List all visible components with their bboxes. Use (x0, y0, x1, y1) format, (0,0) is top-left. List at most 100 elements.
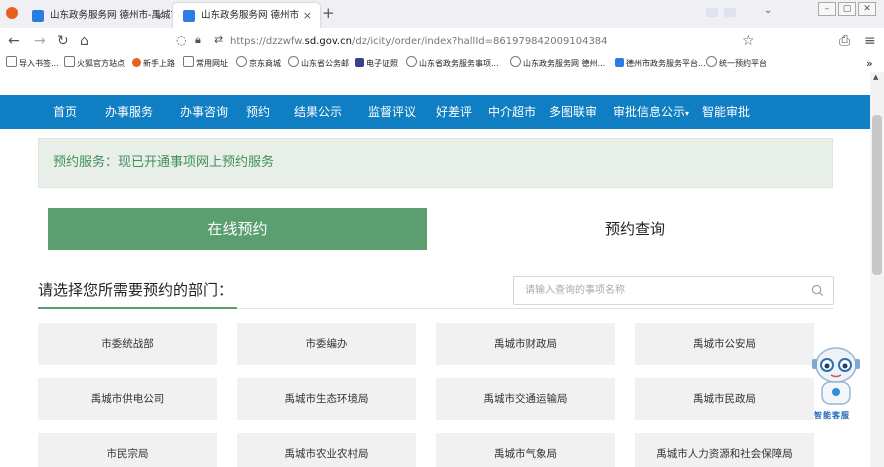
close-window-icon[interactable]: ✕ (858, 2, 876, 16)
search-placeholder: 请输入查询的事项名称 (525, 285, 625, 296)
shield-icon[interactable]: ◌ (176, 33, 186, 47)
new-tab-button[interactable]: + (322, 4, 335, 22)
reload-icon[interactable]: ↻ (57, 33, 69, 49)
bookmark-item[interactable]: 新手上路 (132, 55, 175, 72)
bookmark-label: 新手上路 (143, 59, 175, 68)
bookmark-item[interactable]: 山东省公务邮 (288, 55, 349, 72)
department-item[interactable]: 禹城市生态环境局 (237, 378, 416, 420)
tab-title: 山东政务服务网 德州市 (201, 10, 300, 21)
bookmark-item[interactable]: 统一预约平台 (706, 55, 767, 72)
globe-icon (510, 56, 521, 67)
search-input[interactable]: 请输入查询的事项名称 (513, 276, 834, 305)
department-item[interactable]: 禹城市财政局 (436, 323, 615, 365)
department-item[interactable]: 市民宗局 (38, 433, 217, 467)
url-prefix: https://dzzwfw. (230, 36, 305, 47)
bookmarks-overflow-button[interactable]: » (866, 55, 873, 72)
assistant-label[interactable]: 智能客服 (800, 410, 864, 421)
nav-services[interactable]: 办事服务 (105, 95, 153, 129)
nav-consult[interactable]: 办事咨询 (180, 95, 228, 129)
extension-icon[interactable] (724, 8, 736, 17)
folder-icon (64, 56, 75, 67)
globe-icon (288, 56, 299, 67)
nav-home[interactable]: 首页 (53, 95, 77, 129)
department-item[interactable]: 市委编办 (237, 323, 416, 365)
permissions-icon[interactable]: ⇄ (214, 33, 223, 46)
bookmark-item[interactable]: 导入书签... (6, 55, 59, 72)
browser-tab-strip: 山东政务服务网 德州市-禹城市 × 山东政务服务网 德州市 × + ⌄ – ▢ … (0, 0, 884, 28)
bookmark-label: 统一预约平台 (719, 59, 767, 68)
lock-icon[interactable]: 🔒︎ (195, 33, 201, 47)
nav-rating[interactable]: 好差评 (436, 95, 472, 129)
browser-tab-1[interactable]: 山东政务服务网 德州市-禹城市 × (22, 3, 172, 28)
scroll-up-icon[interactable]: ▲ (873, 73, 878, 81)
bookmark-item[interactable]: 山东省政务服务事项... (406, 55, 499, 72)
site-favicon-icon (32, 10, 44, 22)
nav-smart-approval[interactable]: 智能审批 (702, 95, 750, 129)
department-section-title: 请选择您所需要预约的部门： (38, 281, 234, 299)
notice-banner: 预约服务：现已开通事项网上预约服务 (38, 138, 833, 188)
search-icon[interactable] (811, 284, 824, 297)
department-item[interactable]: 禹城市气象局 (436, 433, 615, 467)
bookmark-item[interactable]: 德州市政务服务平台... (615, 55, 706, 72)
tab-title: 山东政务服务网 德州市-禹城市 (50, 10, 172, 21)
browser-tab-2[interactable]: 山东政务服务网 德州市 × (173, 3, 320, 28)
nav-intermediary[interactable]: 中介超市 (488, 95, 536, 129)
save-to-pocket-icon[interactable]: ⎙ (839, 33, 850, 49)
bookmark-star-icon[interactable]: ☆ (742, 33, 755, 49)
nav-label: 审批信息公示 (613, 105, 686, 119)
department-item[interactable]: 禹城市公安局 (635, 323, 814, 365)
scrollbar-thumb[interactable] (872, 115, 882, 275)
department-item[interactable]: 禹城市交通运输局 (436, 378, 615, 420)
close-tab-icon[interactable]: × (155, 3, 164, 28)
url-domain: sd.gov.cn (304, 36, 353, 47)
bookmark-label: 常用网址 (196, 59, 228, 68)
home-icon[interactable]: ⌂ (80, 33, 89, 49)
minimize-icon[interactable]: – (818, 2, 836, 16)
url-path: /dz/icity/order/index?hallId=86197984200… (352, 36, 608, 47)
list-all-tabs-icon[interactable]: ⌄ (764, 5, 772, 16)
nav-appointment[interactable]: 预约 (246, 95, 270, 129)
close-tab-icon[interactable]: × (303, 3, 312, 28)
bookmark-label: 德州市政务服务平台... (626, 59, 706, 68)
chevron-down-icon: ▾ (685, 109, 690, 118)
nav-supervision[interactable]: 监督评议 (368, 95, 416, 129)
globe-icon (236, 56, 247, 67)
title-underline (38, 307, 237, 309)
department-item[interactable]: 市委统战部 (38, 323, 217, 365)
bookmark-label: 京东商城 (249, 59, 281, 68)
tab-online-appointment[interactable]: 在线预约 (48, 208, 427, 250)
bookmark-item[interactable]: 山东政务服务网 德州... (510, 55, 605, 72)
bookmark-item[interactable]: 电子证照 (355, 55, 398, 72)
nav-joint-review[interactable]: 多图联审 (549, 95, 597, 129)
site-logo[interactable] (34, 72, 234, 78)
import-icon (6, 56, 17, 67)
bookmark-label: 山东省公务邮 (301, 59, 349, 68)
account-icon[interactable] (706, 8, 718, 17)
browser-nav-bar: ← → ↻ ⌂ ◌ 🔒︎ ⇄ https://dzzwfw.sd.gov.cn/… (0, 28, 884, 55)
back-icon[interactable]: ← (8, 33, 20, 49)
nav-results[interactable]: 结果公示 (294, 95, 342, 129)
main-navigation: 首页 办事服务 办事咨询 预约 结果公示 监督评议 好差评 中介超市 多图联审 … (0, 95, 870, 129)
bookmark-label: 导入书签... (19, 59, 59, 68)
bookmark-label: 电子证照 (366, 59, 398, 68)
folder-icon (183, 56, 194, 67)
nav-approval-info[interactable]: 审批信息公示▾ (613, 95, 689, 129)
bookmark-label: 山东省政务服务事项... (419, 59, 499, 68)
forward-icon[interactable]: → (34, 33, 46, 49)
department-item[interactable]: 禹城市民政局 (635, 378, 814, 420)
maximize-icon[interactable]: ▢ (838, 2, 856, 16)
site-favicon-icon (183, 10, 195, 22)
menu-icon[interactable]: ≡ (864, 33, 876, 49)
globe-icon (406, 56, 417, 67)
bookmark-item[interactable]: 常用网址 (183, 55, 228, 72)
robot-assistant-icon[interactable] (808, 345, 864, 417)
bookmark-item[interactable]: 京东商城 (236, 55, 281, 72)
department-item[interactable]: 禹城市供电公司 (38, 378, 217, 420)
firefox-icon (6, 7, 18, 19)
bookmarks-toolbar: 导入书签... 火狐官方站点 新手上路 常用网址 京东商城 山东省公务邮 电子证… (0, 55, 884, 72)
address-bar[interactable]: https://dzzwfw.sd.gov.cn/dz/icity/order/… (230, 32, 740, 52)
bookmark-item[interactable]: 火狐官方站点 (64, 55, 125, 72)
department-item[interactable]: 禹城市农业农村局 (237, 433, 416, 467)
tab-appointment-query[interactable]: 预约查询 (427, 208, 843, 250)
department-item[interactable]: 禹城市人力资源和社会保障局 (635, 433, 814, 467)
